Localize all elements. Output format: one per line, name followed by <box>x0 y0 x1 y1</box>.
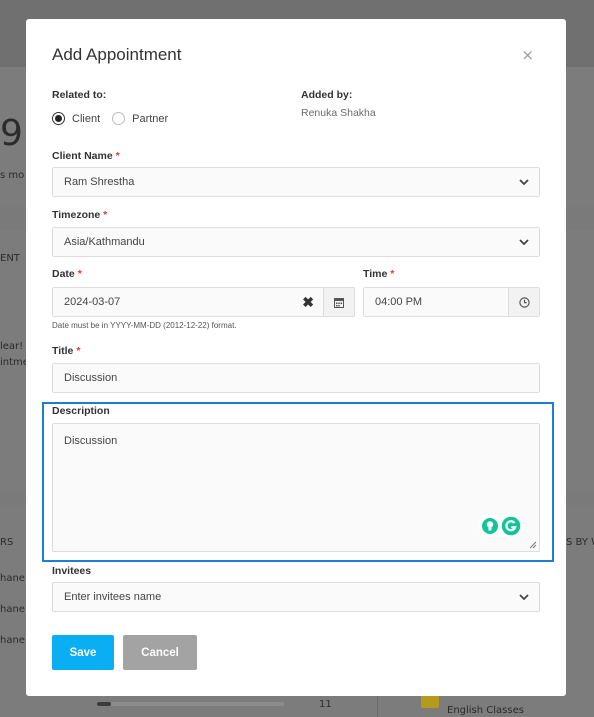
timezone-label: Timezone * <box>52 209 108 221</box>
time-value: 04:00 PM <box>375 296 423 308</box>
timezone-select[interactable]: Asia/Kathmandu <box>52 227 540 257</box>
add-appointment-modal: Add Appointment × Related to: Client Par… <box>26 19 566 696</box>
date-value: 2024-03-07 <box>64 296 121 308</box>
description-label: Description <box>52 405 110 417</box>
time-label: Time * <box>363 268 395 280</box>
bg-text: hane <box>0 604 25 615</box>
client-name-select[interactable]: Ram Shrestha <box>52 167 540 197</box>
close-icon[interactable]: × <box>521 46 534 64</box>
related-to-radio-group: Client Partner <box>52 112 180 125</box>
chevron-down-icon[interactable] <box>509 228 539 256</box>
bg-text: intme <box>0 357 29 368</box>
bg-count: 11 <box>319 699 332 710</box>
date-format-hint: Date must be in YYYY-MM-DD (2012-12-22) … <box>52 321 237 330</box>
bg-text: ENT <box>0 253 20 264</box>
title-input[interactable]: Discussion <box>52 363 540 393</box>
clear-date-icon[interactable]: ✖ <box>302 288 314 316</box>
bg-text: RS <box>0 537 14 548</box>
save-button[interactable]: Save <box>52 635 114 670</box>
bg-text: hane <box>0 573 25 584</box>
grammarly-icon[interactable] <box>501 516 521 536</box>
chevron-down-icon[interactable] <box>509 583 539 611</box>
time-input[interactable]: 04:00 PM <box>363 287 540 317</box>
description-textarea[interactable]: Discussion <box>52 423 540 552</box>
cancel-button[interactable]: Cancel <box>123 635 197 670</box>
chevron-down-icon[interactable] <box>509 168 539 196</box>
title-value: Discussion <box>64 372 118 384</box>
bg-text: s mo <box>0 170 25 181</box>
bg-text: hane <box>0 635 25 646</box>
bg-text: English Classes <box>447 705 524 716</box>
bg-text: S BY W <box>566 537 594 548</box>
invitees-select[interactable]: Enter invitees name <box>52 582 540 612</box>
grammarly-widget[interactable] <box>479 515 523 537</box>
modal-title: Add Appointment <box>52 45 182 64</box>
lightbulb-icon[interactable] <box>481 517 499 535</box>
date-input[interactable]: 2024-03-07 ✖ <box>52 287 355 317</box>
added-by-label: Added by: <box>301 89 353 101</box>
client-name-value: Ram Shrestha <box>64 176 135 188</box>
resize-handle-icon[interactable] <box>529 541 537 549</box>
related-to-label: Related to: <box>52 89 107 101</box>
radio-client-label[interactable]: Client <box>72 113 100 125</box>
title-label: Title * <box>52 345 81 357</box>
radio-client[interactable] <box>52 112 65 125</box>
description-value: Discussion <box>64 435 118 447</box>
bg-big-digit: 9 <box>0 113 23 154</box>
bg-progress-bar <box>97 702 284 706</box>
bg-text: lear! <box>0 341 24 352</box>
calendar-icon[interactable] <box>323 288 354 316</box>
client-name-label: Client Name * <box>52 150 120 162</box>
invitees-label: Invitees <box>52 565 92 577</box>
radio-partner-label[interactable]: Partner <box>132 113 168 125</box>
clock-icon[interactable] <box>508 288 539 316</box>
added-by-value: Renuka Shakha <box>301 107 376 119</box>
date-label: Date * <box>52 268 82 280</box>
radio-partner[interactable] <box>112 112 126 125</box>
timezone-value: Asia/Kathmandu <box>64 236 145 248</box>
invitees-placeholder: Enter invitees name <box>64 591 162 603</box>
